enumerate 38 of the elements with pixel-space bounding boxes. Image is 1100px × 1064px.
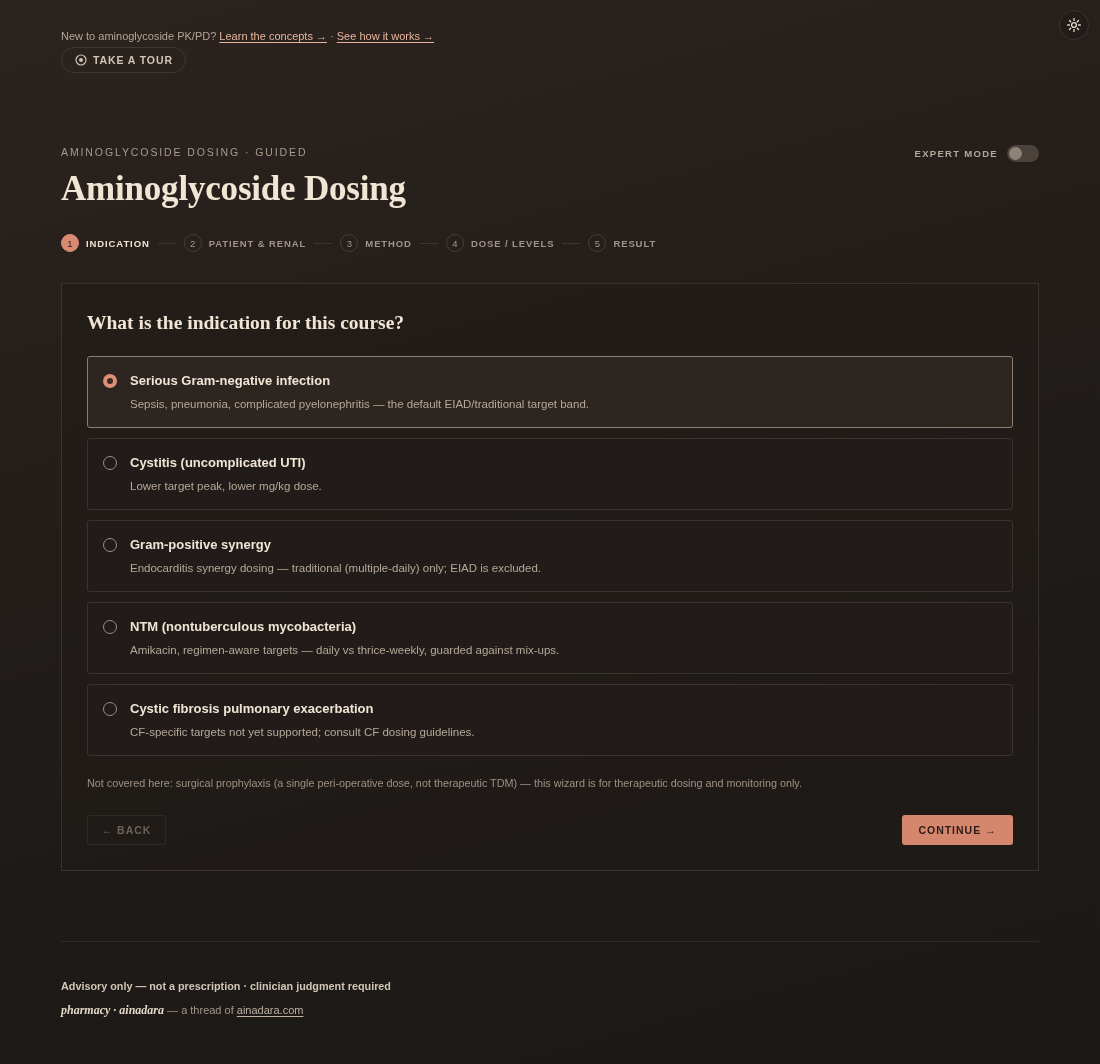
intro-link[interactable]: See how it works → — [336, 30, 434, 42]
step-number: 1 — [61, 234, 79, 252]
site-link[interactable]: ainadara.com — [236, 1004, 304, 1016]
option-card[interactable]: NTM (nontuberculous mycobacteria) Amikacin, regimen-aware targets — daily vs thrice-weekly, guarded against mix-ups. — [87, 602, 1013, 674]
option-description: Sepsis, pneumonia, complicated pyelonephritis — the default EIAD/traditional target band. — [130, 397, 589, 412]
step-label: METHOD — [365, 237, 412, 249]
radio-button[interactable] — [103, 374, 117, 388]
option-title: NTM (nontuberculous mycobacteria) — [130, 618, 358, 636]
intro-text: New to aminoglycoside PK/PD? Learn the concepts → · See how it works → — [61, 29, 435, 43]
option-description: Amikacin, regimen-aware targets — daily vs thrice-weekly, guarded against mix-ups. — [130, 643, 560, 658]
option-card[interactable]: Gram-positive synergy Endocarditis synergy dosing — traditional (multiple-daily) only; EIAD is excluded. — [87, 520, 1013, 592]
option-card[interactable]: Serious Gram-negative infection Sepsis, pneumonia, complicated pyelonephritis — the default EIAD/traditional target band. — [87, 356, 1013, 428]
credit-text: pharmacy · ainadara — a thread of ainadara.com — [61, 1003, 305, 1017]
question-title: What is the indication for this course? — [87, 311, 406, 335]
step-label: DOSE / LEVELS — [470, 237, 555, 249]
option-card[interactable]: Cystitis (uncomplicated UTI) Lower target peak, lower mg/kg dose. — [87, 438, 1013, 510]
step-label: INDICATION — [86, 237, 150, 249]
option-title: Serious Gram-negative infection — [130, 372, 332, 390]
page-title: Aminoglycoside Dosing — [61, 169, 406, 209]
step-label: PATIENT & RENAL — [208, 237, 307, 249]
option-card[interactable]: Cystic fibrosis pulmonary exacerbation CF-specific targets not yet supported; consult CF dosing guidelines. — [87, 684, 1013, 756]
option-title: Gram-positive synergy — [130, 536, 272, 554]
step-label: RESULT — [613, 237, 657, 249]
disclaimer-text: Advisory only — not a prescription · clinician judgment required — [61, 979, 392, 993]
sun-icon — [1067, 18, 1081, 32]
note-text: Not covered here: surgical prophylaxis (a single peri-operative dose, not therapeutic TDM) — this wizard is for therapeutic dosing and monitoring only. — [87, 776, 803, 790]
option-description: Lower target peak, lower mg/kg dose. — [130, 479, 322, 494]
intro-link[interactable]: Learn the concepts → — [219, 30, 327, 42]
option-description: Endocarditis synergy dosing — traditional (multiple-daily) only; EIAD is excluded. — [130, 561, 541, 576]
eyebrow-text: AMINOGLYCOSIDE DOSING · GUIDED — [61, 145, 309, 159]
theme-toggle-button[interactable] — [1059, 10, 1089, 40]
continue-button[interactable]: CONTINUE → — [902, 815, 1013, 845]
option-description: CF-specific targets not yet supported; consult CF dosing guidelines. — [130, 725, 475, 740]
circle-dot-icon — [75, 54, 87, 66]
option-title: Cystic fibrosis pulmonary exacerbation — [130, 700, 375, 718]
expert-mode-toggle[interactable] — [1007, 145, 1039, 162]
option-title: Cystitis (uncomplicated UTI) — [130, 454, 307, 472]
toggle-label: EXPERT MODE — [914, 146, 998, 161]
